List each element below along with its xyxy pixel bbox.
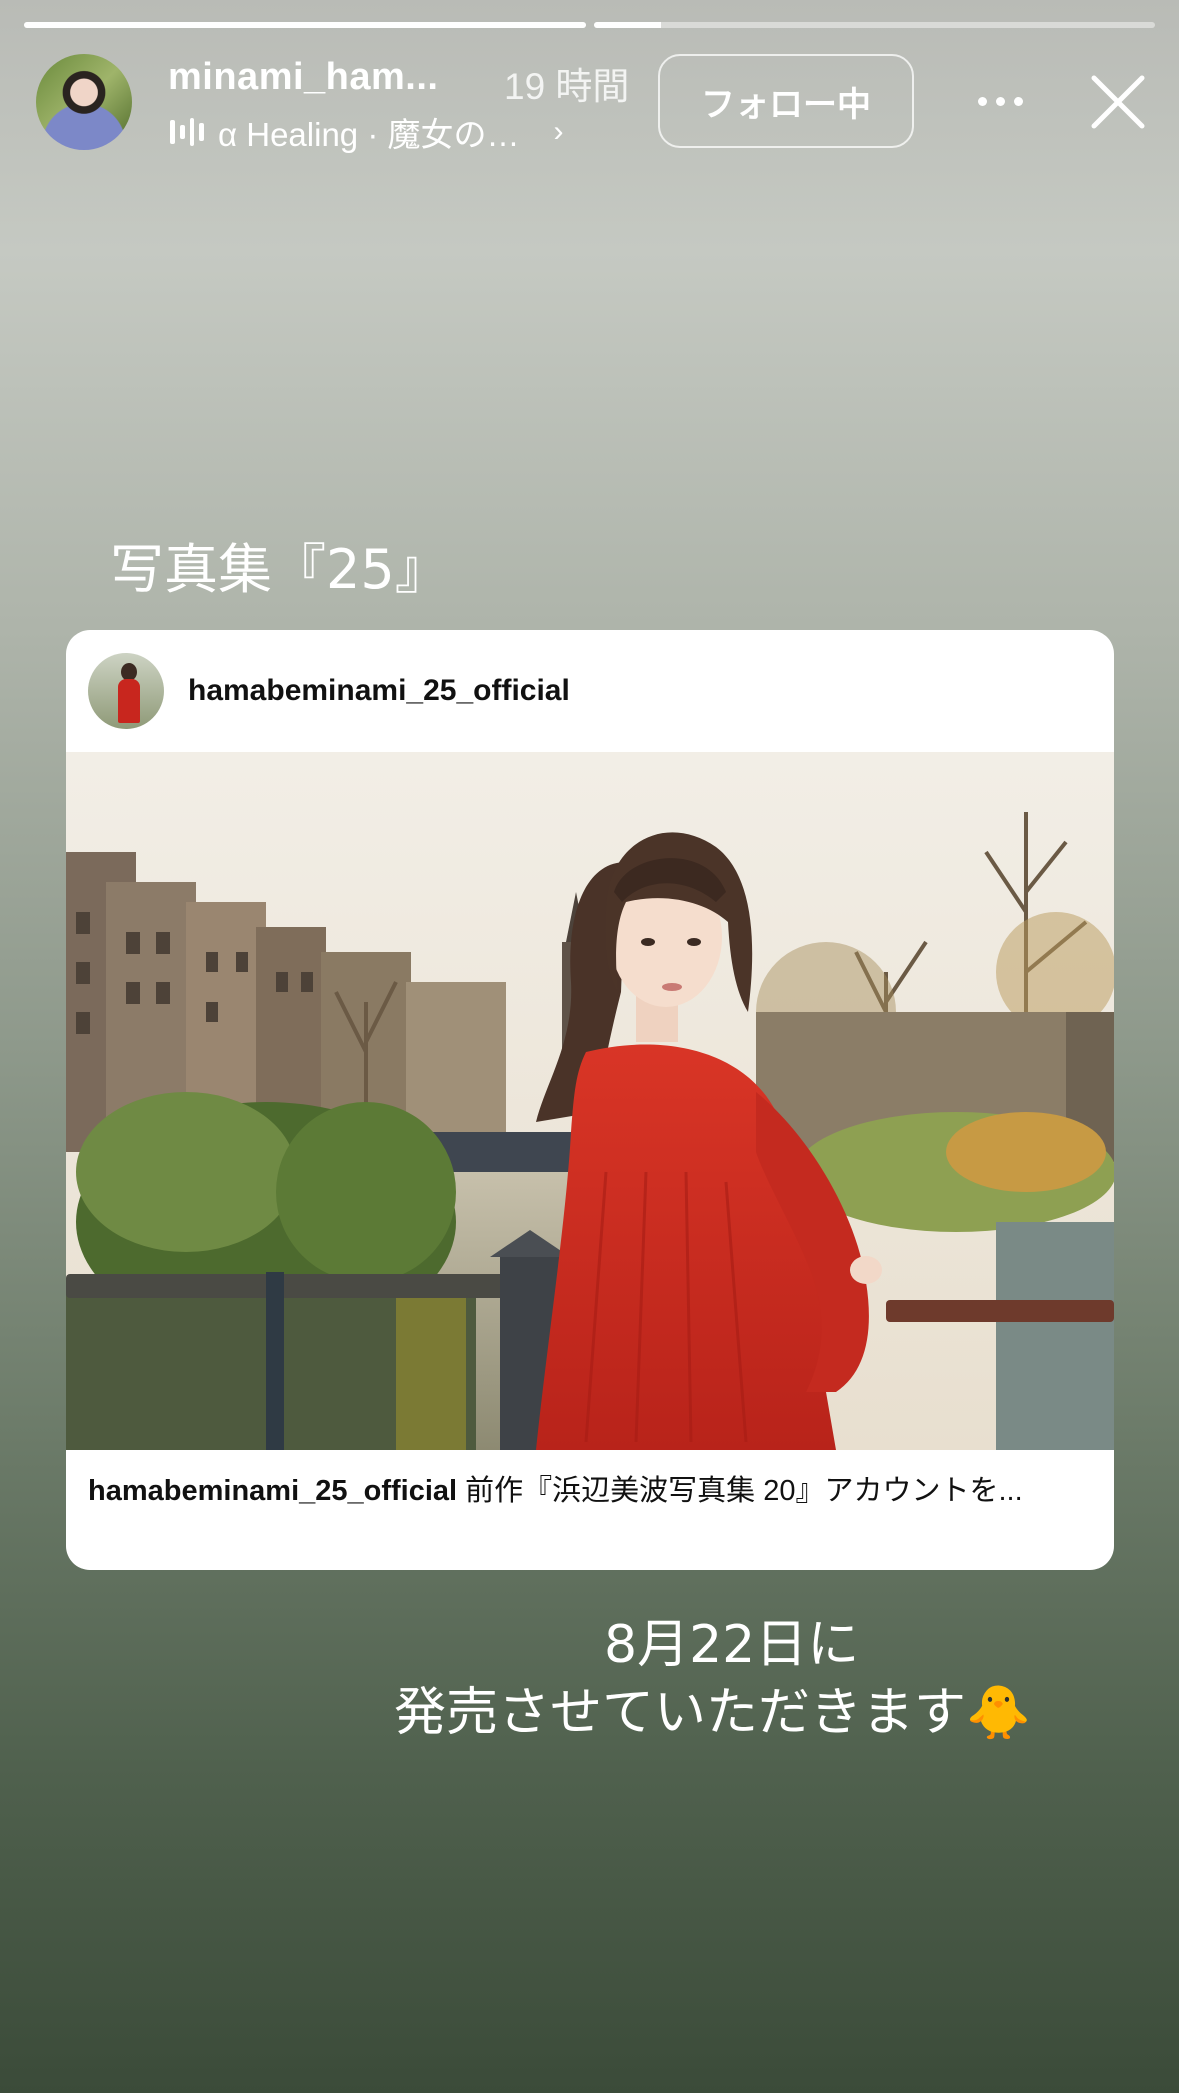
caption-text: 前作『浜辺美波写真集 20』アカウントを... (457, 1475, 1023, 1507)
music-attribution[interactable]: α Healing · 魔女の… › (170, 108, 563, 156)
story-progress (24, 22, 1155, 28)
canal-portrait-image (66, 752, 1114, 1450)
music-label: α Healing · 魔女の… (218, 116, 520, 153)
photobook-title-text: 写真集『25』 (110, 538, 449, 601)
release-date-text: 8月22日に (604, 1615, 860, 1675)
release-message-text: 発売させていただきます🐥 (394, 1683, 1031, 1743)
post-caption[interactable]: hamabeminami_25_official 前作『浜辺美波写真集 20』ア… (88, 1470, 1088, 1512)
close-icon[interactable] (1086, 70, 1150, 134)
progress-segment-1 (24, 22, 586, 28)
following-button[interactable]: フォロー中 (658, 54, 914, 148)
caption-username[interactable]: hamabeminami_25_official (88, 1475, 457, 1507)
avatar[interactable] (36, 54, 132, 150)
story-time: 19 時間 (504, 66, 630, 107)
post-header: hamabeminami_25_official (66, 630, 1114, 752)
shared-post-card[interactable]: hamabeminami_25_official hamabeminami_25… (66, 630, 1114, 1570)
story-username[interactable]: minami_ham... (168, 56, 438, 99)
more-horizontal-icon[interactable] (970, 78, 1030, 124)
chevron-right-icon: › (553, 115, 564, 148)
post-avatar[interactable] (88, 653, 164, 729)
progress-segment-2 (593, 22, 1155, 28)
post-photo[interactable] (66, 752, 1114, 1450)
post-username[interactable]: hamabeminami_25_official (188, 674, 570, 708)
music-bars-icon (170, 117, 204, 147)
